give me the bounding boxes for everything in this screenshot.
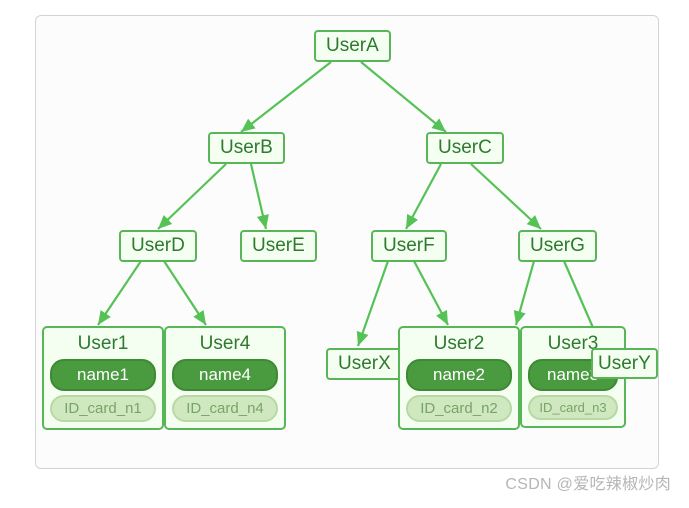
node-userd: UserD <box>119 230 197 262</box>
node-usera: UserA <box>314 30 391 62</box>
watermark: CSDN @爱吃辣椒炒肉 <box>505 470 671 494</box>
node-usere: UserE <box>240 230 317 262</box>
node-label: User1 <box>48 333 158 355</box>
node-userc: UserC <box>426 132 504 164</box>
node-label: UserA <box>326 35 379 56</box>
idcard-pill: ID_card_n2 <box>406 395 512 422</box>
idcard-pill: ID_card_n4 <box>172 395 278 422</box>
node-label: UserC <box>438 137 492 158</box>
idcard-pill: ID_card_n3 <box>528 395 618 420</box>
node-user2: User2 name2 ID_card_n2 <box>398 326 520 430</box>
node-userf: UserF <box>371 230 447 262</box>
diagram-frame: UserA UserB UserC UserD UserE UserF User… <box>35 15 659 469</box>
node-usery: UserY <box>591 348 658 379</box>
name-pill: name1 <box>50 359 156 391</box>
node-label: UserF <box>383 235 435 256</box>
node-user1: User1 name1 ID_card_n1 <box>42 326 164 430</box>
node-label: UserY <box>598 353 651 374</box>
idcard-pill: ID_card_n1 <box>50 395 156 422</box>
node-userx: UserX <box>326 348 403 380</box>
node-label: UserB <box>220 137 273 158</box>
node-user4: User4 name4 ID_card_n4 <box>164 326 286 430</box>
node-userg: UserG <box>518 230 597 262</box>
node-userb: UserB <box>208 132 285 164</box>
name-pill: name4 <box>172 359 278 391</box>
node-label: UserE <box>252 235 305 256</box>
node-label: UserD <box>131 235 185 256</box>
node-label: User2 <box>404 333 514 355</box>
node-label: UserX <box>338 353 391 374</box>
name-pill: name2 <box>406 359 512 391</box>
node-label: User4 <box>170 333 280 355</box>
node-label: UserG <box>530 235 585 256</box>
